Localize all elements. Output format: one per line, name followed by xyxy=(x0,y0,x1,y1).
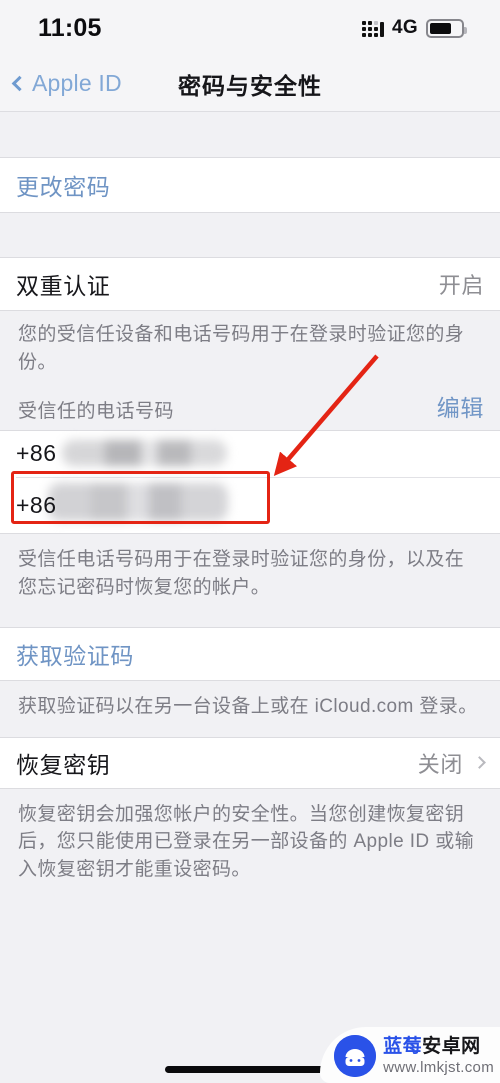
site-watermark: 蓝莓安卓网 www.lmkjst.com xyxy=(320,1027,500,1083)
battery-icon xyxy=(426,18,467,38)
change-password-label: 更改密码 xyxy=(16,174,111,200)
network-type-label: 4G xyxy=(392,17,418,38)
verification-code-footer: 获取验证码以在另一台设备上或在 iCloud.com 登录。 xyxy=(0,681,500,737)
masked-phone-number xyxy=(62,440,227,467)
get-verification-code-label: 获取验证码 xyxy=(16,643,134,670)
navigation-bar: Apple ID 密码与安全性 xyxy=(0,56,500,111)
two-factor-label: 双重认证 xyxy=(16,273,111,299)
trusted-numbers-header-label: 受信任的电话号码 xyxy=(18,401,175,423)
recovery-key-label: 恢复密钥 xyxy=(16,751,111,778)
status-bar: 11:05 4G xyxy=(0,0,500,56)
get-verification-code-row[interactable]: 获取验证码 xyxy=(0,627,500,682)
trusted-numbers-footer: 受信任电话号码用于在登录时验证您的身份，以及在您忘记密码时恢复您的帐户。 xyxy=(0,534,500,614)
recovery-key-footer: 恢复密钥会加强您帐户的安全性。当您创建恢复密钥后，您只能使用已登录在另一部设备的… xyxy=(0,788,500,884)
trusted-phone-prefix: +86 xyxy=(16,440,57,467)
watermark-brand-part1: 蓝莓 xyxy=(383,1036,423,1057)
section-gap xyxy=(0,112,500,157)
phone-screen: 11:05 4G Apple ID 密码与安全性 更改密码 双重认证 开启 您的… xyxy=(0,0,500,1083)
chevron-left-icon xyxy=(11,75,28,92)
trusted-phone-row-2[interactable]: +86 xyxy=(0,477,500,535)
home-indicator-bar xyxy=(165,1066,335,1073)
masked-phone-number xyxy=(48,483,228,522)
signal-dots-icon xyxy=(362,20,385,37)
edit-trusted-numbers-button[interactable]: 编辑 xyxy=(437,389,484,423)
status-bar-indicators: 4G xyxy=(362,17,467,39)
recovery-key-row[interactable]: 恢复密钥 关闭 xyxy=(0,736,500,789)
watermark-brand-part2: 安卓网 xyxy=(422,1036,481,1057)
blueberry-android-logo-icon xyxy=(334,1035,377,1077)
two-factor-row[interactable]: 双重认证 开启 xyxy=(0,257,500,311)
chevron-right-icon xyxy=(473,756,486,770)
settings-content: 更改密码 双重认证 开启 您的受信任设备和电话号码用于在登录时验证您的身份。 受… xyxy=(0,112,500,884)
back-button-label: Apple ID xyxy=(32,70,122,96)
trusted-phone-row-1[interactable]: +86 xyxy=(0,430,500,478)
trusted-numbers-header: 受信任的电话号码 编辑 xyxy=(0,388,500,431)
watermark-url: www.lmkjst.com xyxy=(383,1059,494,1076)
recovery-key-value: 关闭 xyxy=(417,751,463,777)
change-password-row[interactable]: 更改密码 xyxy=(0,157,500,213)
trusted-phone-prefix: +86 xyxy=(16,492,57,519)
two-factor-value: 开启 xyxy=(438,273,484,298)
back-button[interactable]: Apple ID xyxy=(11,70,122,97)
section-gap xyxy=(0,213,500,257)
status-bar-clock: 11:05 xyxy=(38,13,102,42)
two-factor-footer: 您的受信任设备和电话号码用于在登录时验证您的身份。 xyxy=(0,311,500,389)
section-gap xyxy=(0,613,500,628)
